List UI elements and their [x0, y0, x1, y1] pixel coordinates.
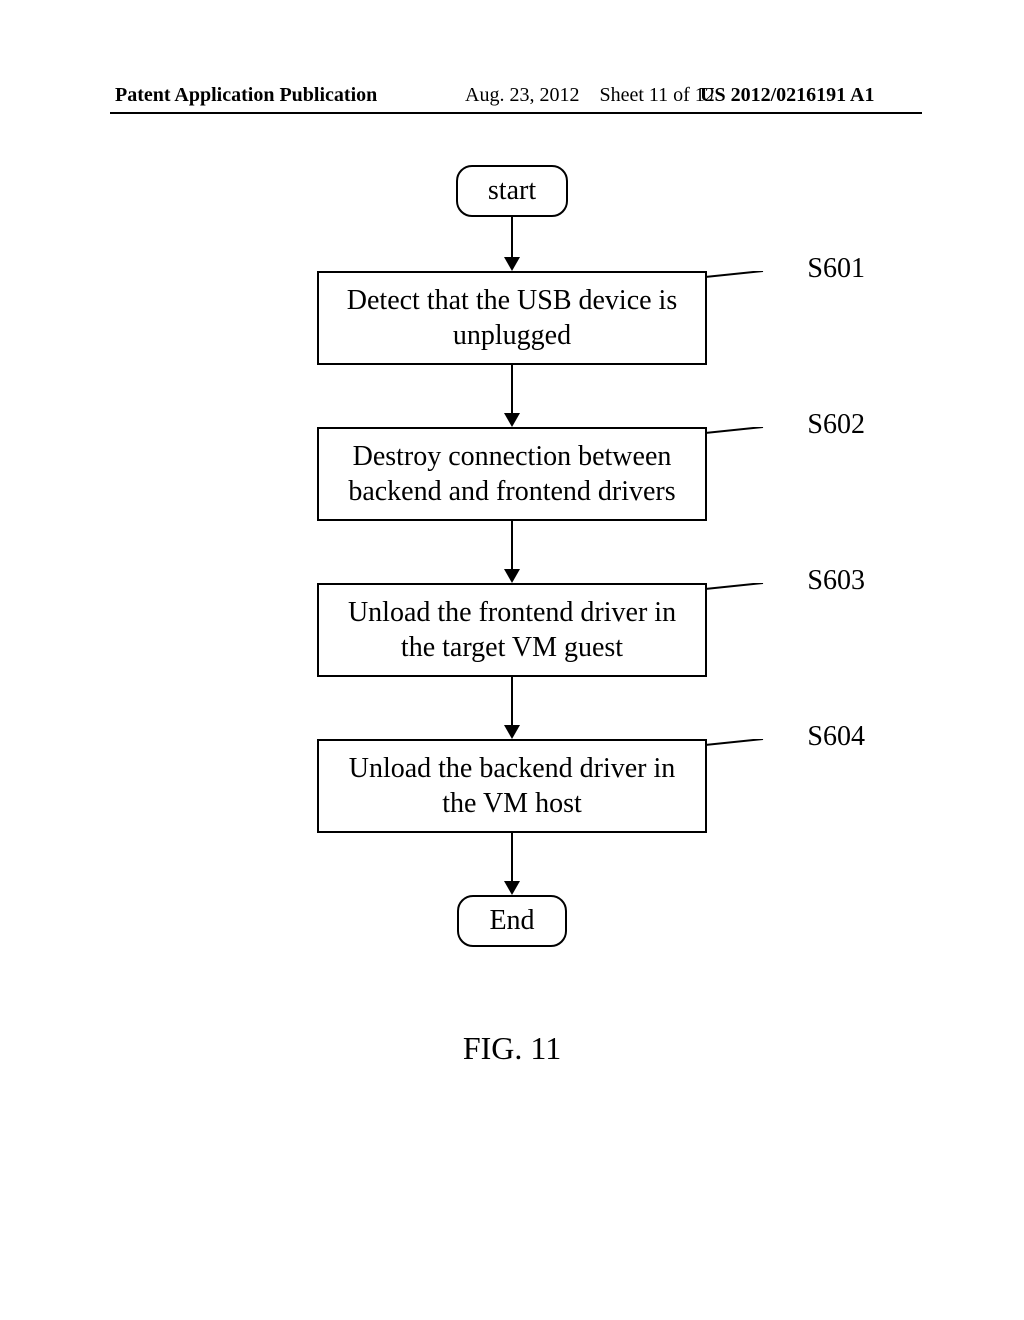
- end-node: End: [457, 895, 566, 947]
- step-label: S601: [807, 251, 865, 286]
- arrow: [504, 677, 520, 739]
- process-text: Unload the frontend driver in the target…: [348, 597, 676, 663]
- header-rule: [110, 112, 922, 114]
- arrow-shaft: [511, 677, 513, 725]
- process-step-s603: Unload the frontend driver in the target…: [317, 583, 707, 677]
- flowchart: start Detect that the USB device is unpl…: [212, 165, 812, 947]
- step-label: S603: [807, 563, 865, 598]
- step-label: S604: [807, 719, 865, 754]
- header-date-sheet: Aug. 23, 2012 Sheet 11 of 12: [465, 84, 715, 107]
- arrow: [504, 833, 520, 895]
- arrow: [504, 217, 520, 271]
- process-text: Detect that the USB device is unplugged: [347, 285, 677, 351]
- header-publication-number: US 2012/0216191 A1: [700, 84, 874, 107]
- process-step-s604: Unload the backend driver in the VM host…: [317, 739, 707, 833]
- leader-line-icon: [705, 739, 785, 769]
- arrow-shaft: [511, 365, 513, 413]
- process-text: Unload the backend driver in the VM host: [349, 753, 676, 819]
- arrow: [504, 365, 520, 427]
- arrow-shaft: [511, 521, 513, 569]
- header-publication-type: Patent Application Publication: [115, 84, 377, 107]
- figure-caption: FIG. 11: [463, 1030, 561, 1067]
- arrow-head-icon: [504, 725, 520, 739]
- arrow-head-icon: [504, 413, 520, 427]
- process-step-s602: Destroy connection between backend and f…: [317, 427, 707, 521]
- leader-line-icon: [705, 427, 785, 457]
- step-label: S602: [807, 407, 865, 442]
- process-step-s601: Detect that the USB device is unplugged …: [317, 271, 707, 365]
- start-node: start: [456, 165, 568, 217]
- arrow-head-icon: [504, 881, 520, 895]
- arrow-shaft: [511, 833, 513, 881]
- header-sheet: Sheet 11 of 12: [599, 84, 714, 106]
- leader-line-icon: [705, 583, 785, 613]
- leader-line-icon: [705, 271, 785, 301]
- header-date: Aug. 23, 2012: [465, 84, 579, 106]
- arrow-shaft: [511, 217, 513, 257]
- process-text: Destroy connection between backend and f…: [348, 441, 675, 507]
- arrow-head-icon: [504, 569, 520, 583]
- arrow-head-icon: [504, 257, 520, 271]
- arrow: [504, 521, 520, 583]
